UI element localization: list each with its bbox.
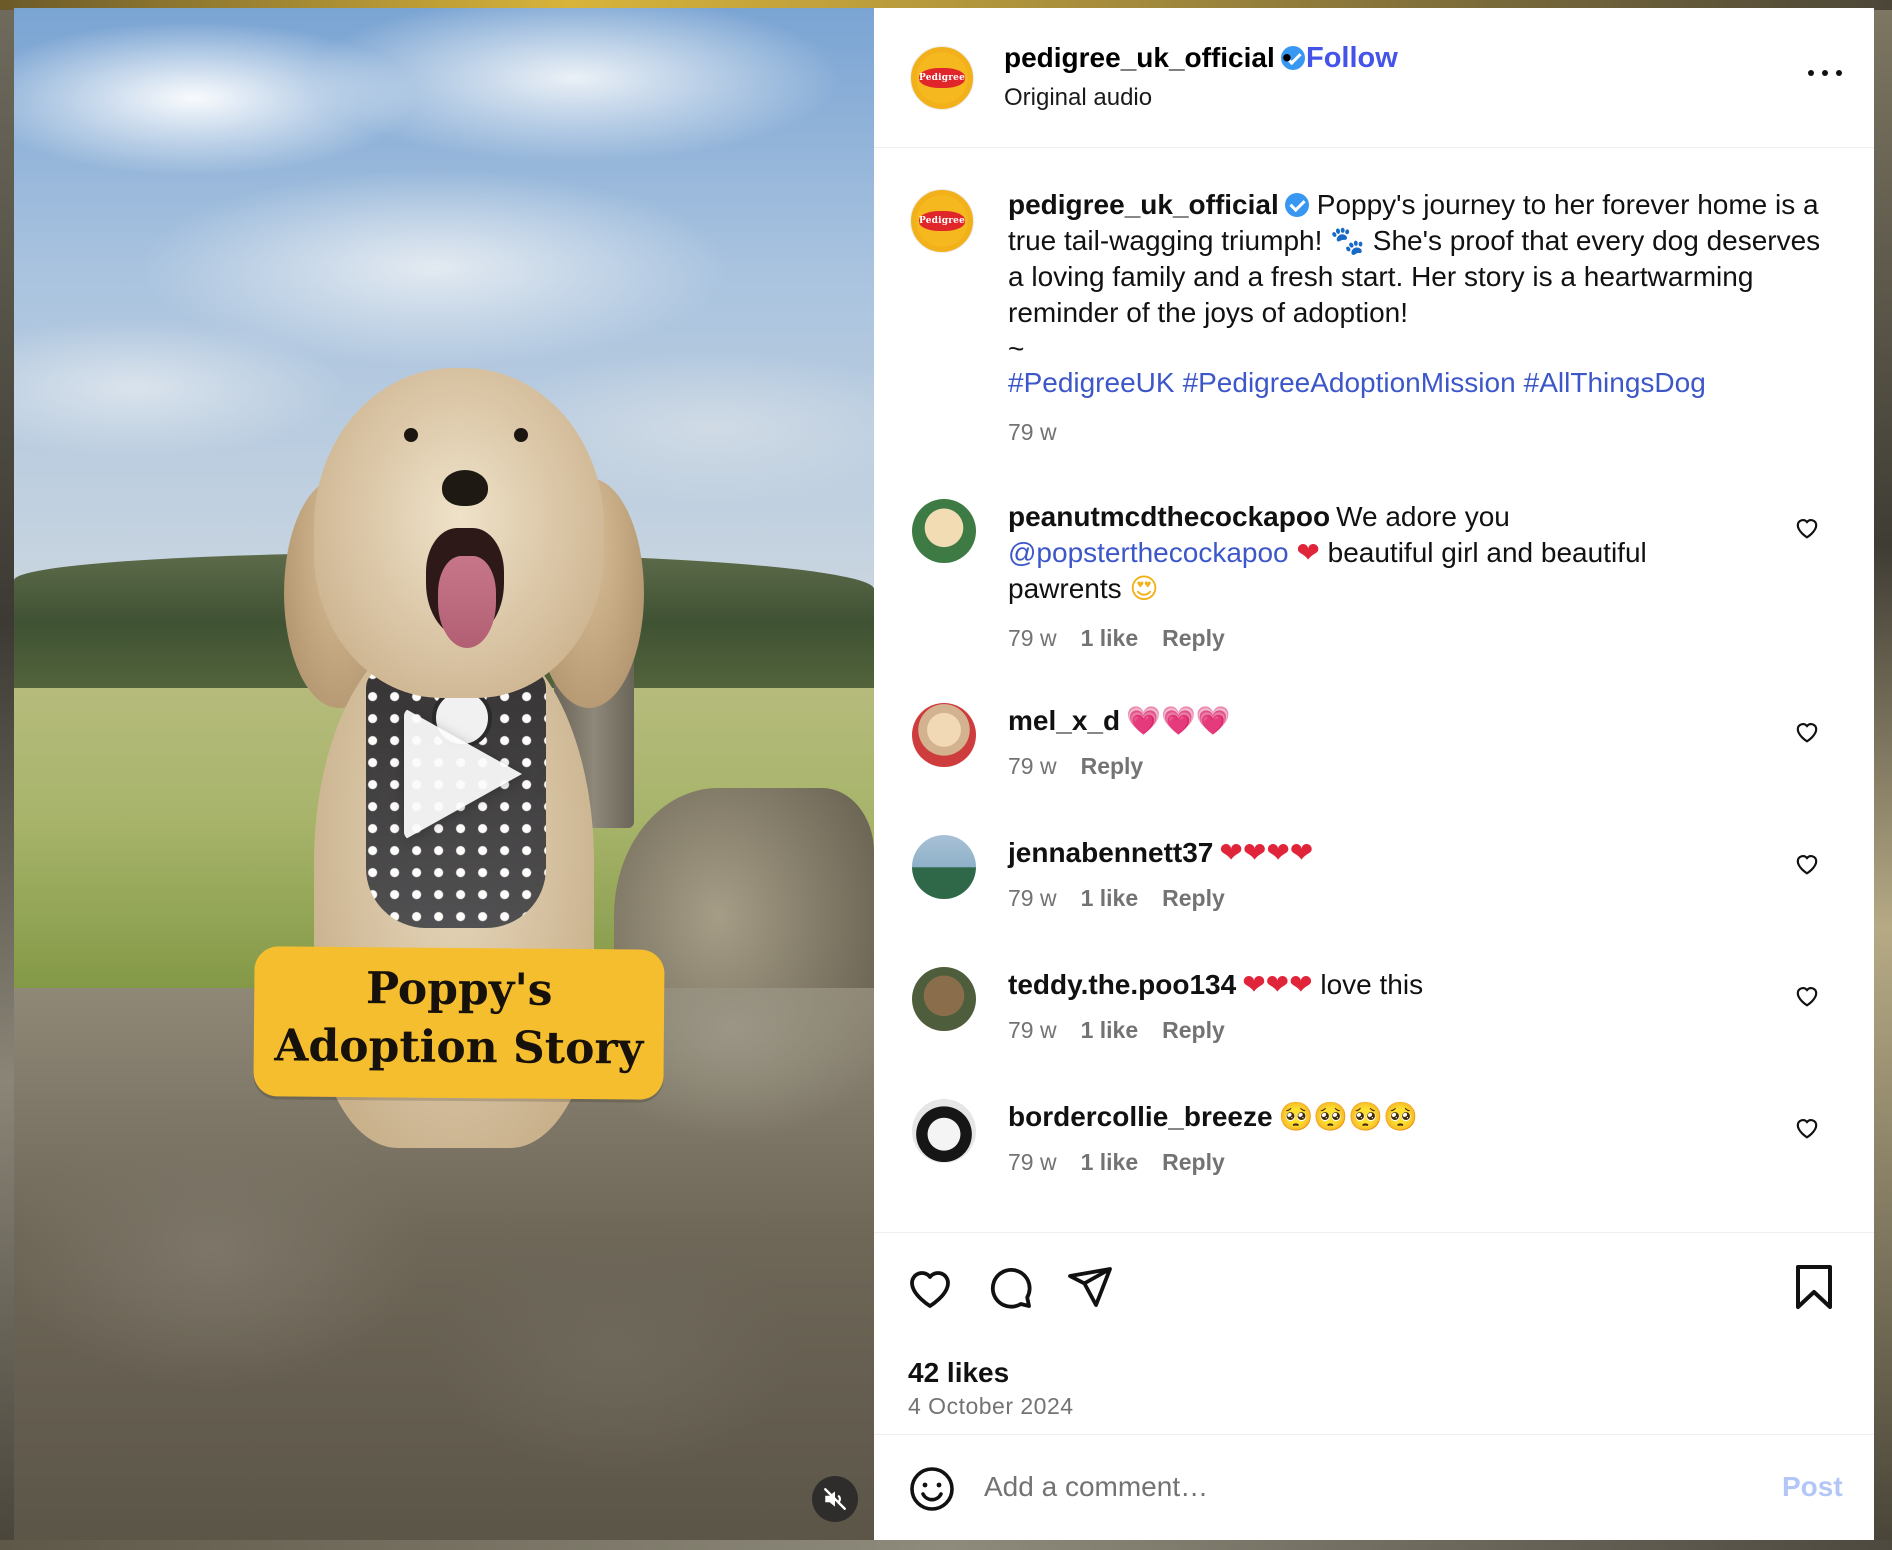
comment-meta: 79 w 1 like Reply [1008, 625, 1225, 652]
comment-text: bordercollie_breeze 🥺🥺🥺🥺 [1008, 1099, 1728, 1135]
comment-meta: 79 w 1 like Reply [1008, 1017, 1225, 1044]
add-comment-input[interactable] [984, 1463, 1684, 1511]
comment-time[interactable]: 79 w [1008, 885, 1057, 912]
commenter-username[interactable]: bordercollie_breeze [1008, 1101, 1273, 1132]
commenter-avatar[interactable] [912, 1099, 976, 1163]
comment-like-heart-icon[interactable] [1794, 719, 1820, 743]
commenter-username[interactable]: peanutmcdthecockapoo [1008, 501, 1330, 532]
comment-emoji: ❤ [1296, 536, 1320, 569]
dog-nose [442, 470, 488, 506]
comment-time[interactable]: 79 w [1008, 753, 1057, 780]
video-title-sticker: Poppy's Adoption Story [253, 946, 665, 1100]
pedigree-logo: Pedigree [919, 211, 965, 231]
commenter-username[interactable]: mel_x_d [1008, 705, 1120, 736]
backdrop-left-edge [0, 10, 14, 1540]
comment-mention[interactable]: @popsterthecockapoo [1008, 537, 1289, 568]
comment-emoji: 😍 [1129, 572, 1159, 605]
post-modal: Poppy's Adoption Story Pedigree pedigree… [14, 8, 1874, 1540]
comment-reply-button[interactable]: Reply [1081, 753, 1144, 780]
hashtag-link[interactable]: #PedigreeAdoptionMission [1183, 367, 1516, 398]
comment-meta: 79 w 1 like Reply [1008, 1149, 1225, 1176]
comment-like-heart-icon[interactable] [1794, 983, 1820, 1007]
comment-likes[interactable]: 1 like [1081, 885, 1139, 912]
comment-meta: 79 w Reply [1008, 753, 1143, 780]
comment-likes[interactable]: 1 like [1081, 625, 1139, 652]
post-date[interactable]: 4 October 2024 [908, 1393, 1074, 1420]
add-comment-bar: Post [874, 1434, 1874, 1540]
play-icon[interactable] [404, 708, 522, 840]
sticker-line-1: Poppy's [365, 963, 553, 1016]
author-username-text[interactable]: pedigree_uk_official [1004, 42, 1275, 73]
backdrop-right-edge [1874, 10, 1892, 1540]
comment-text: peanutmcdthecockapoo We adore you @popste… [1008, 499, 1728, 607]
comment-reply-button[interactable]: Reply [1162, 625, 1225, 652]
muted-speaker-icon [824, 1488, 846, 1510]
post-comment-button[interactable]: Post [1782, 1471, 1843, 1503]
comment-text: mel_x_d 💗💗💗 [1008, 703, 1728, 739]
caption-timestamp[interactable]: 79 w [1008, 419, 1057, 446]
hashtag-link[interactable]: #PedigreeUK [1008, 367, 1175, 398]
follow-button[interactable]: Follow [1306, 42, 1398, 75]
comment-reply-button[interactable]: Reply [1162, 1017, 1225, 1044]
dog-eye-left [404, 428, 418, 442]
post-side-panel: Pedigree pedigree_uk_official • Follow O… [874, 8, 1874, 1540]
caption-author-avatar[interactable]: Pedigree [910, 189, 974, 253]
verified-badge-icon [1284, 193, 1309, 217]
caption-hashtags: #PedigreeUK #PedigreeAdoptionMission #AllT… [1008, 367, 1714, 399]
comment-emoji: ❤❤❤❤ [1219, 836, 1314, 869]
comment-like-heart-icon[interactable] [1794, 1115, 1820, 1139]
comment-text: teddy.the.poo134 ❤❤❤ love this [1008, 967, 1728, 1003]
backdrop-bottom-strip [0, 1540, 1892, 1550]
comment-like-heart-icon[interactable] [1794, 515, 1820, 539]
dog-eye-right [514, 428, 528, 442]
likes-count[interactable]: 42 likes [908, 1357, 1009, 1389]
pedigree-logo: Pedigree [919, 68, 965, 88]
caption-username[interactable]: pedigree_uk_official [1008, 189, 1279, 220]
emoji-picker-icon[interactable] [908, 1465, 956, 1513]
post-caption: pedigree_uk_official Poppy's journey to h… [1008, 187, 1828, 367]
share-send-icon[interactable] [1066, 1263, 1114, 1311]
comment-likes[interactable]: 1 like [1081, 1017, 1139, 1044]
video-player[interactable]: Poppy's Adoption Story [14, 8, 874, 1540]
commenter-username[interactable]: teddy.the.poo134 [1008, 969, 1236, 1000]
header-separator: • [1282, 42, 1292, 73]
more-options-button[interactable] [1800, 58, 1850, 88]
comment-time[interactable]: 79 w [1008, 1017, 1057, 1044]
commenter-avatar[interactable] [912, 835, 976, 899]
comment-emoji: 💗💗💗 [1126, 704, 1231, 737]
commenter-avatar[interactable] [912, 967, 976, 1031]
comment-body: love this [1320, 969, 1424, 1000]
comment-text: jennabennett37 ❤❤❤❤ [1008, 835, 1728, 871]
like-heart-icon[interactable] [906, 1265, 954, 1309]
post-header: Pedigree pedigree_uk_official • Follow O… [874, 8, 1874, 148]
author-avatar[interactable]: Pedigree [910, 46, 974, 110]
comment-time[interactable]: 79 w [1008, 1149, 1057, 1176]
caption-tilde: ~ [1008, 333, 1025, 364]
comment-like-heart-icon[interactable] [1794, 851, 1820, 875]
comment-likes[interactable]: 1 like [1081, 1149, 1139, 1176]
comment-meta: 79 w 1 like Reply [1008, 885, 1225, 912]
hashtag-link[interactable]: #AllThingsDog [1524, 367, 1706, 398]
more-dot [1808, 70, 1814, 76]
save-bookmark-icon[interactable] [1792, 1263, 1836, 1311]
comment-body: We adore you [1336, 501, 1510, 532]
commenter-avatar[interactable] [912, 703, 976, 767]
more-dot [1836, 70, 1842, 76]
mute-button[interactable] [812, 1476, 858, 1522]
comment-reply-button[interactable]: Reply [1162, 885, 1225, 912]
comment-bubble-icon[interactable] [986, 1263, 1034, 1311]
more-dot [1822, 70, 1828, 76]
audio-label[interactable]: Original audio [1004, 84, 1152, 112]
sticker-line-2: Adoption Story [274, 1020, 644, 1075]
comment-emoji: 🥺🥺🥺🥺 [1278, 1100, 1419, 1133]
comment-time[interactable]: 79 w [1008, 625, 1057, 652]
dog-tongue [438, 556, 496, 648]
author-username[interactable]: pedigree_uk_official [1004, 42, 1305, 74]
commenter-avatar[interactable] [912, 499, 976, 563]
commenter-username[interactable]: jennabennett37 [1008, 837, 1213, 868]
comment-reply-button[interactable]: Reply [1162, 1149, 1225, 1176]
comment-emoji: ❤❤❤ [1242, 968, 1313, 1001]
comments-scroll-area[interactable]: Pedigree pedigree_uk_official Poppy's jou… [874, 149, 1874, 1231]
